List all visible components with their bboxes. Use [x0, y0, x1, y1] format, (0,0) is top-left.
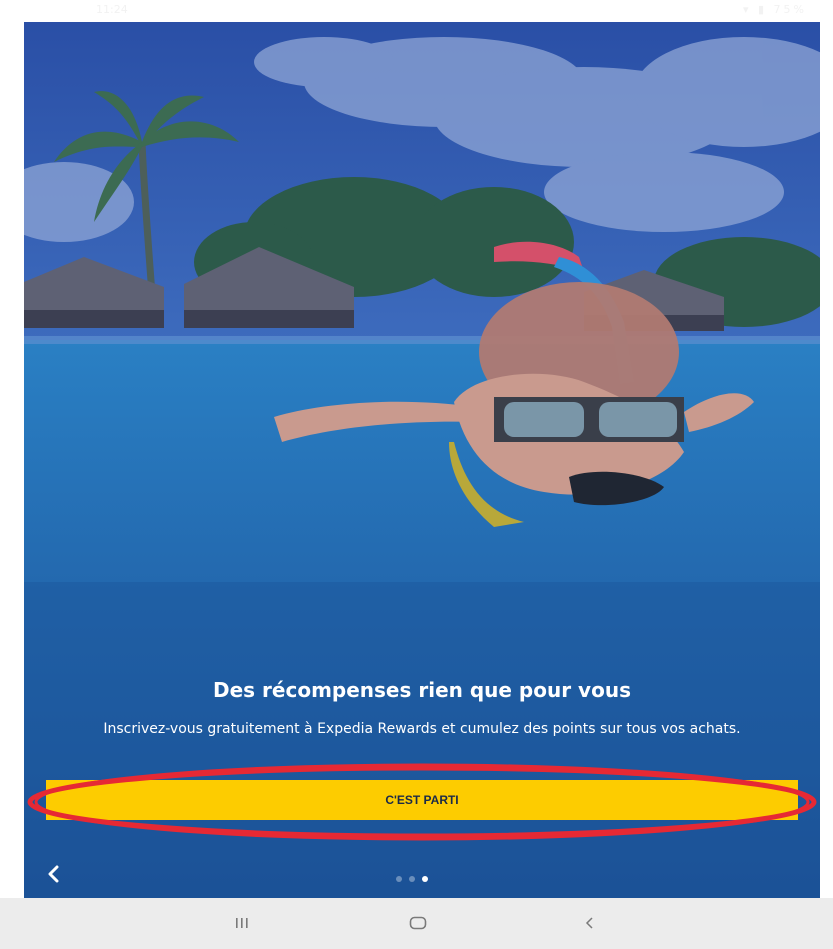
back-icon: [585, 917, 593, 929]
onboarding-screen: Des récompenses rien que pour vous Inscr…: [24, 22, 820, 898]
page-dot-2[interactable]: [409, 876, 415, 882]
page-dot-1[interactable]: [396, 876, 402, 882]
android-nav-bar: [0, 898, 833, 949]
home-icon: [409, 916, 427, 930]
recents-icon: [236, 918, 248, 928]
headline: Des récompenses rien que pour vous: [213, 678, 631, 702]
page-dot-3-active[interactable]: [422, 876, 428, 882]
chevron-left-icon: [48, 865, 59, 883]
page-indicator: [396, 876, 428, 882]
nav-recents-button[interactable]: [222, 908, 262, 938]
status-bar: 11:24 ▾ ▮ 75%: [0, 0, 833, 22]
nav-back-button[interactable]: [570, 908, 610, 938]
nav-home-button[interactable]: [398, 908, 438, 938]
back-button[interactable]: [42, 862, 66, 886]
cta-label: C'EST PARTI: [385, 793, 459, 807]
onboarding-text: Des récompenses rien que pour vous Inscr…: [24, 677, 820, 737]
status-indicators: ▾ ▮ 75%: [742, 3, 807, 16]
subtitle: Inscrivez-vous gratuitement à Expedia Re…: [103, 721, 741, 737]
background-photo: [24, 22, 820, 898]
status-time: 11:24: [96, 3, 128, 16]
cta-button[interactable]: C'EST PARTI: [46, 780, 798, 820]
